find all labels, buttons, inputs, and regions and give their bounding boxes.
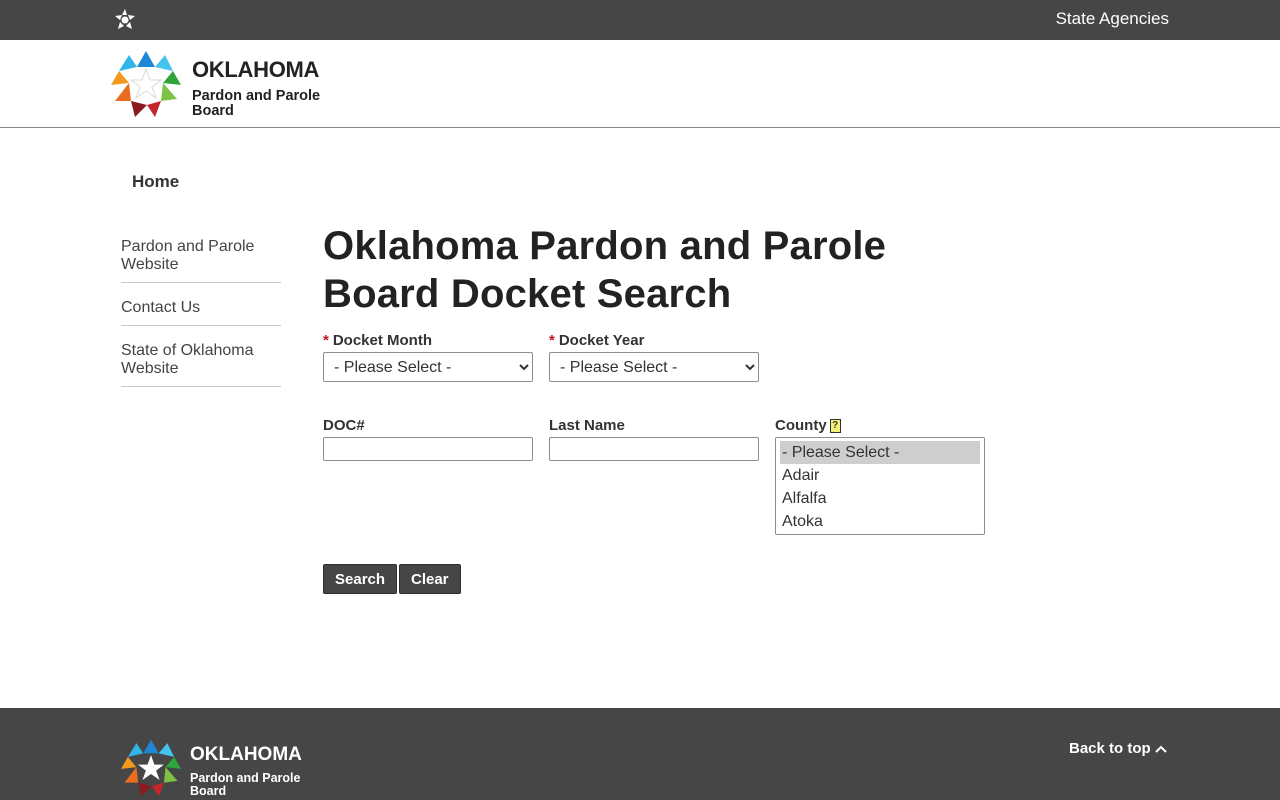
docket-year-label-text: Docket Year bbox=[558, 332, 645, 349]
county-option-selected[interactable]: - Please Select - bbox=[780, 441, 980, 464]
sidebar-item-contact-us[interactable]: Contact Us bbox=[121, 283, 281, 326]
oklahoma-star-icon[interactable] bbox=[113, 8, 137, 32]
docket-month-select[interactable]: - Please Select - bbox=[323, 352, 533, 382]
doc-number-label: DOC# bbox=[323, 417, 365, 434]
docket-year-label: * Docket Year bbox=[549, 332, 644, 352]
last-name-input[interactable] bbox=[549, 437, 759, 461]
back-to-top-link[interactable]: Back to top bbox=[1069, 740, 1167, 757]
oklahoma-star-logo-icon bbox=[111, 51, 181, 117]
oklahoma-star-logo-icon bbox=[121, 739, 181, 797]
chevron-up-icon bbox=[1155, 745, 1167, 753]
county-listbox[interactable]: - Please Select - Adair Alfalfa Atoka bbox=[775, 437, 985, 535]
county-label: County? bbox=[775, 417, 841, 437]
top-bar: State Agencies bbox=[0, 0, 1280, 40]
docket-year-select[interactable]: - Please Select - bbox=[549, 352, 759, 382]
last-name-label: Last Name bbox=[549, 417, 625, 434]
footer-logo-subtitle: Pardon and Parole Board bbox=[190, 771, 301, 798]
last-name-field: Last Name bbox=[549, 417, 759, 461]
county-field: County? - Please Select - Adair Alfalfa … bbox=[775, 417, 985, 535]
state-agencies-link[interactable]: State Agencies bbox=[1056, 9, 1169, 29]
clear-button[interactable]: Clear bbox=[399, 564, 461, 594]
footer-logo-title: OKLAHOMA bbox=[190, 744, 302, 765]
logo-title: OKLAHOMA bbox=[192, 57, 320, 82]
site-footer: OKLAHOMA Pardon and Parole Board Back to… bbox=[0, 708, 1280, 800]
logo-subtitle: Pardon and Parole Board bbox=[192, 88, 321, 119]
site-header: OKLAHOMA Pardon and Parole Board bbox=[0, 40, 1280, 128]
docket-month-label-text: Docket Month bbox=[332, 332, 433, 349]
docket-year-field: * Docket Year - Please Select - bbox=[549, 332, 759, 382]
required-mark: * bbox=[549, 332, 555, 349]
docket-month-field: * Docket Month - Please Select - bbox=[323, 332, 533, 382]
county-option[interactable]: Alfalfa bbox=[780, 487, 980, 510]
sidebar-nav: Pardon and Parole Website Contact Us Sta… bbox=[121, 222, 281, 387]
site-logo[interactable]: OKLAHOMA Pardon and Parole Board bbox=[111, 49, 331, 119]
doc-number-field: DOC# bbox=[323, 417, 533, 461]
sidebar-item-pardon-parole-website[interactable]: Pardon and Parole Website bbox=[121, 222, 281, 283]
breadcrumb-home[interactable]: Home bbox=[132, 172, 179, 192]
doc-number-input[interactable] bbox=[323, 437, 533, 461]
county-label-text: County bbox=[775, 417, 827, 434]
docket-month-label: * Docket Month bbox=[323, 332, 432, 352]
help-icon[interactable]: ? bbox=[829, 419, 841, 434]
back-to-top-label: Back to top bbox=[1069, 740, 1151, 757]
footer-logo[interactable]: OKLAHOMA Pardon and Parole Board bbox=[121, 738, 321, 798]
county-option[interactable]: Atoka bbox=[780, 510, 980, 533]
page-title: Oklahoma Pardon and Parole Board Docket … bbox=[323, 224, 887, 316]
county-option[interactable]: Adair bbox=[780, 464, 980, 487]
sidebar-item-state-website[interactable]: State of Oklahoma Website bbox=[121, 326, 281, 387]
required-mark: * bbox=[323, 332, 329, 349]
search-button[interactable]: Search bbox=[323, 564, 398, 594]
